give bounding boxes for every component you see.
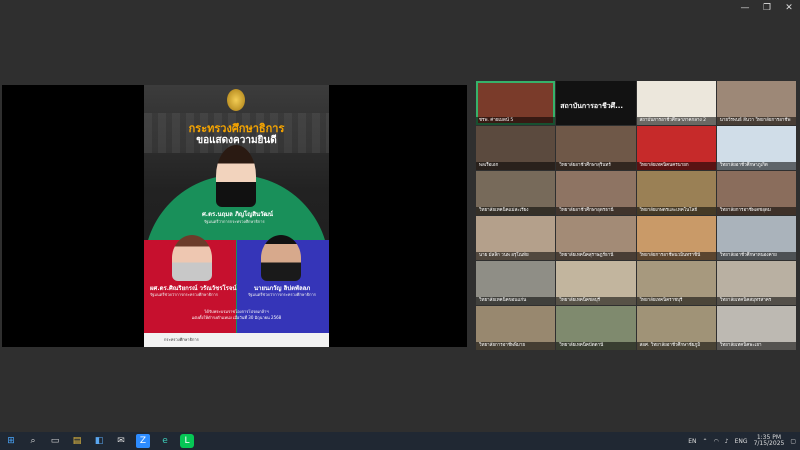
participant-tile[interactable]: วิทยาลัยเทคนิคแม่สะเรียง (476, 171, 556, 215)
participant-name: สถาบันการอาชีวศึกษาภาคกลาง 2 (636, 117, 716, 125)
participant-name: วิทยาลัยเกษตรและเทคโนโลยี (636, 207, 716, 215)
clock-date: 7/15/2025 (753, 440, 785, 447)
participant-tile[interactable]: วิทยาลัยเทคนิคปัตตานี (556, 306, 636, 350)
participant-tile[interactable]: วิทยาลัยการอาชีพนวมินทราชินี (636, 216, 716, 260)
mail-icon[interactable]: ✉ (114, 434, 128, 448)
clock[interactable]: 1:35 PM 7/15/2025 (754, 435, 785, 447)
participant-tile[interactable]: วิทยาลัยอาชีวศึกษาหนองคาย (716, 216, 796, 260)
poster-bottom-bar: กระทรวงศึกษาธิการ (144, 333, 329, 347)
participant-name: วิทยาลัยการอาชีพนวมินทราชินี (636, 252, 716, 260)
participant-tile[interactable]: สถาบันการอาชีวศึ... (556, 81, 636, 125)
participant-tile[interactable]: วิทยาลัยอาชีวศึกษาอุดรธานี (556, 171, 636, 215)
participant-name: วิทยาลัยอาชีวศึกษาอุดรธานี (556, 207, 636, 215)
participant-tile[interactable]: วิทยาลัยเทคนิคชลบุรี (556, 261, 636, 305)
participant-tile[interactable]: นาย มัลลิก วนพ อรุโณทัย (476, 216, 556, 260)
participant-name: วิทยาลัยการอาชีพเดชอุดม (716, 207, 796, 215)
left-deputy-role: รัฐมนตรีช่วยว่าการกระทรวงศึกษาธิการ (150, 292, 218, 297)
participant-tile[interactable]: วิทยาลัยเทคนิคพะเยา (716, 306, 796, 350)
participant-name: นายวีรพนธ์ ลีนวา วิทยาลัยการอาชีพ (716, 117, 796, 125)
system-tray: EN ⌃ ◠ ♪ ENG 1:35 PM 7/15/2025 ▢ (688, 432, 796, 450)
poster-footer: ได้รับพระบรมราชโองการโปรดเกล้าฯ แต่งตั้ง… (144, 309, 329, 321)
participant-name: วิทยาลัยอาชีวศึกษาสุรินทร์ (556, 162, 636, 170)
congratulation-poster: กระทรวงศึกษาธิการ ขอแสดงความยินดี ศ.ดร.น… (144, 85, 329, 347)
file-explorer-icon[interactable]: ▤ (70, 434, 84, 448)
participant-tile[interactable]: วิทยาลัยเทคนิคสุราษฎร์ธานี (556, 216, 636, 260)
poster-bar-text: กระทรวงศึกษาธิการ (164, 337, 199, 342)
deputy-minister-photo-left (172, 235, 212, 281)
edge-icon[interactable]: e (158, 434, 172, 448)
participant-name: วิทยาลัยเทคนิคนครนายก (636, 162, 716, 170)
participant-name: วิทยาลัยการอาชีพพิมาย (476, 342, 556, 350)
deputy-minister-photo-right (261, 235, 301, 281)
participant-tile[interactable]: นายวีรพนธ์ ลีนวา วิทยาลัยการอาชีพ (716, 81, 796, 125)
participant-name: นาย มัลลิก วนพ อรุโณทัย (476, 252, 556, 260)
close-icon[interactable]: ✕ (778, 0, 800, 16)
poster-footer-line2: แต่งตั้งให้ดำรงตำแหน่ง เมื่อวันที่ 30 มิ… (191, 315, 282, 320)
chevron-up-icon[interactable]: ⌃ (703, 438, 708, 445)
participant-tile[interactable]: วิทยาลัยการอาชีพพิมาย (476, 306, 556, 350)
store-icon[interactable]: ◧ (92, 434, 106, 448)
participant-name: วิทยาลัยเทคนิคพะเยา (716, 342, 796, 350)
participant-tile[interactable]: พลเรือเอก (476, 126, 556, 170)
start-icon[interactable]: ⊞ (4, 434, 18, 448)
participant-tile[interactable]: วิทยาลัยเกษตรและเทคโนโลยี (636, 171, 716, 215)
taskbar: ⊞ ⌕ ▭ ▤ ◧ ✉ Z e L EN ⌃ ◠ ♪ ENG 1:35 PM 7… (0, 432, 800, 450)
window-controls: — ❐ ✕ (734, 0, 800, 16)
participant-name: วิทยาลัยเทคนิคราชบุรี (636, 297, 716, 305)
participant-name: ชรพ. ค่ายเมดน์ 5 (476, 117, 556, 125)
participant-name: สอศ. วิทยาลัยอาชีวศึกษาชัยภูมิ (636, 342, 716, 350)
participant-tile[interactable]: วิทยาลัยเทคนิคขอนแก่น (476, 261, 556, 305)
shared-screen: กระทรวงศึกษาธิการ ขอแสดงความยินดี ศ.ดร.น… (2, 85, 467, 347)
task-view-icon[interactable]: ▭ (48, 434, 62, 448)
minimize-icon[interactable]: — (734, 0, 756, 16)
ministry-emblem-icon (227, 89, 245, 111)
participant-tile[interactable]: สถาบันการอาชีวศึกษาภาคกลาง 2 (636, 81, 716, 125)
search-icon[interactable]: ⌕ (26, 434, 40, 448)
participant-name: วิทยาลัยเทคนิคชลบุรี (556, 297, 636, 305)
notification-icon[interactable]: ▢ (790, 438, 796, 445)
restore-icon[interactable]: ❐ (756, 0, 778, 16)
participant-gallery: ชรพ. ค่ายเมดน์ 5 สถาบันการอาชีวศึ... สถาบั… (476, 81, 796, 351)
participant-tile[interactable]: วิทยาลัยเทคนิคราชบุรี (636, 261, 716, 305)
participant-heading: สถาบันการอาชีวศึ... (560, 102, 624, 110)
input-method[interactable]: ENG (735, 438, 748, 445)
participant-tile[interactable]: วิทยาลัยเทคนิคสมุทรสาคร (716, 261, 796, 305)
participant-name: วิทยาลัยอาชีวศึกษาภูเก็ต (716, 162, 796, 170)
participant-name: วิทยาลัยเทคนิคสุราษฎร์ธานี (556, 252, 636, 260)
participant-tile[interactable]: วิทยาลัยเทคนิคนครนายก (636, 126, 716, 170)
wifi-icon[interactable]: ◠ (714, 438, 719, 445)
participant-name: พลเรือเอก (476, 162, 556, 170)
participant-tile[interactable]: วิทยาลัยอาชีวศึกษาภูเก็ต (716, 126, 796, 170)
participant-tile[interactable]: ชรพ. ค่ายเมดน์ 5 (476, 81, 556, 125)
participant-tile[interactable]: วิทยาลัยอาชีวศึกษาสุรินทร์ (556, 126, 636, 170)
participant-name: วิทยาลัยอาชีวศึกษาหนองคาย (716, 252, 796, 260)
minister-role: รัฐมนตรีว่าการกระทรวงศึกษาธิการ (204, 219, 265, 224)
participant-name: วิทยาลัยเทคนิคแม่สะเรียง (476, 207, 556, 215)
volume-icon[interactable]: ♪ (725, 438, 729, 445)
line-app-icon[interactable]: L (180, 434, 194, 448)
language-indicator[interactable]: EN (688, 438, 696, 445)
participant-name: วิทยาลัยเทคนิคปัตตานี (556, 342, 636, 350)
participant-name: วิทยาลัยเทคนิคขอนแก่น (476, 297, 556, 305)
participant-name: วิทยาลัยเทคนิคสมุทรสาคร (716, 297, 796, 305)
minister-photo (216, 145, 256, 207)
right-deputy-role: รัฐมนตรีช่วยว่าการกระทรวงศึกษาธิการ (248, 292, 316, 297)
participant-tile[interactable]: วิทยาลัยการอาชีพเดชอุดม (716, 171, 796, 215)
participant-tile[interactable]: สอศ. วิทยาลัยอาชีวศึกษาชัยภูมิ (636, 306, 716, 350)
zoom-icon[interactable]: Z (136, 434, 150, 448)
